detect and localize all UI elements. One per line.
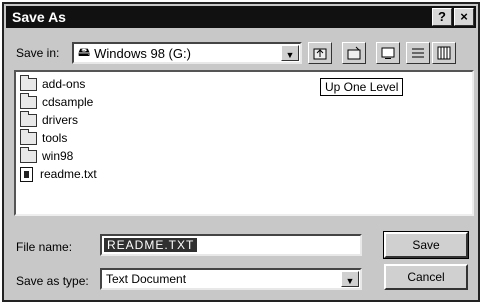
- file-name-field[interactable]: README.TXT: [100, 234, 362, 256]
- chevron-down-icon[interactable]: ▼: [341, 271, 359, 287]
- up-folder-icon: [313, 48, 327, 60]
- save-in-value: Windows 98 (G:): [94, 45, 191, 61]
- text-file-icon: [20, 166, 33, 182]
- save-in-label: Save in:: [16, 46, 60, 60]
- create-new-folder-button[interactable]: [342, 42, 366, 64]
- new-folder-icon: [347, 46, 361, 60]
- folder-icon: [20, 110, 37, 127]
- save-as-type-value: Text Document: [106, 272, 187, 286]
- close-button[interactable]: ×: [454, 8, 474, 26]
- details-view-button[interactable]: [432, 42, 456, 64]
- help-button[interactable]: ?: [432, 8, 452, 26]
- save-button[interactable]: Save: [383, 231, 469, 259]
- save-as-type-combo[interactable]: Text Document ▼: [100, 268, 362, 290]
- desktop-icon: [381, 47, 395, 59]
- folder-icon: [20, 128, 37, 145]
- cancel-button[interactable]: Cancel: [384, 264, 468, 290]
- list-view-icon: [412, 48, 424, 58]
- list-item[interactable]: win98: [20, 146, 73, 164]
- title-bar: Save As ? ×: [6, 6, 476, 28]
- list-item[interactable]: add-ons: [20, 74, 85, 92]
- details-view-icon: [437, 46, 451, 60]
- list-item[interactable]: tools: [20, 128, 67, 146]
- up-one-level-button[interactable]: [308, 42, 332, 64]
- list-view-button[interactable]: [406, 42, 430, 64]
- save-as-type-label: Save as type:: [16, 274, 89, 288]
- list-item[interactable]: drivers: [20, 110, 78, 128]
- list-item[interactable]: cdsample: [20, 92, 93, 110]
- list-item[interactable]: readme.txt: [20, 166, 97, 182]
- folder-icon: [20, 92, 37, 109]
- file-name-label: File name:: [16, 240, 73, 254]
- file-name-value: README.TXT: [104, 238, 198, 252]
- save-as-dialog: Save As ? × Save in: 🖴 Windows 98 (G:) ▼…: [2, 2, 480, 302]
- folder-icon: [20, 74, 37, 91]
- chevron-down-icon[interactable]: ▼: [281, 45, 299, 61]
- folder-icon: [20, 146, 37, 163]
- drive-icon: 🖴: [78, 44, 91, 59]
- tooltip: Up One Level: [320, 78, 404, 96]
- desktop-button[interactable]: [376, 42, 400, 64]
- dialog-title: Save As: [12, 9, 66, 25]
- save-in-combo[interactable]: 🖴 Windows 98 (G:) ▼: [72, 42, 302, 64]
- file-list[interactable]: add-ons cdsample drivers tools win98 rea…: [14, 70, 474, 216]
